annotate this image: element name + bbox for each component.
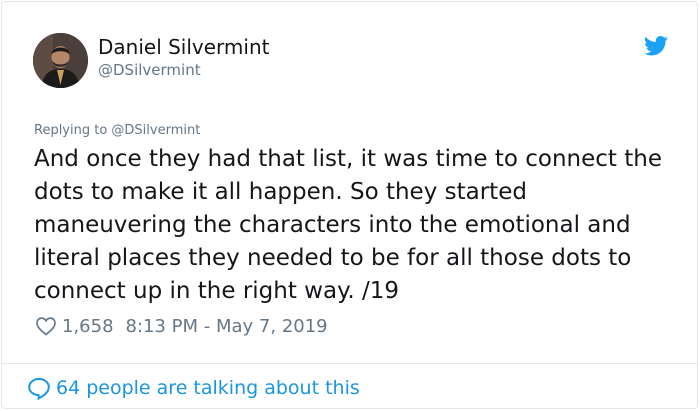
conversation-link[interactable]: 64 people are talking about this [26,376,360,401]
twitter-bird-icon[interactable] [644,36,668,56]
timestamp[interactable]: 8:13 PM - May 7, 2019 [126,316,328,337]
conversation-label: 64 people are talking about this [56,377,360,399]
tweet-card: Daniel Silvermint @DSilvermint Replying … [1,1,698,409]
heart-icon[interactable] [35,315,57,337]
tweet-text: And once they had that list, it was time… [34,146,662,304]
divider [2,363,697,364]
author-name[interactable]: Daniel Silvermint [98,35,269,59]
speech-bubble-icon [26,376,52,401]
avatar[interactable] [33,33,88,88]
like-count[interactable]: 1,658 [62,316,114,337]
avatar-portrait [33,33,88,88]
tweet-meta: 1,658 8:13 PM - May 7, 2019 [35,314,328,338]
author-handle[interactable]: @DSilvermint [98,61,201,79]
replying-to[interactable]: Replying to @DSilvermint [34,123,200,138]
